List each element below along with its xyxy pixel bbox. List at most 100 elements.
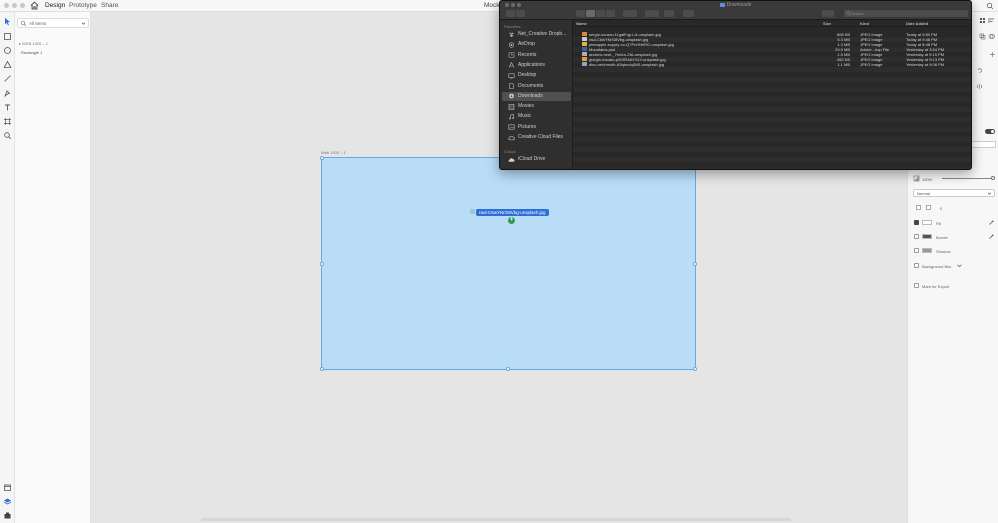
plus-icon[interactable] bbox=[989, 51, 996, 58]
home-icon[interactable] bbox=[30, 1, 39, 10]
airdrop-icon bbox=[508, 42, 515, 48]
layers-filter-dropdown[interactable]: All Items bbox=[17, 18, 89, 28]
opacity-value[interactable]: 100% bbox=[922, 177, 932, 182]
share-button[interactable] bbox=[664, 10, 674, 17]
opacity-slider-knob[interactable] bbox=[991, 176, 995, 180]
corner-radius-all-button[interactable] bbox=[916, 205, 921, 210]
shadow-checkbox[interactable] bbox=[914, 248, 919, 253]
fill-color-swatch[interactable] bbox=[922, 220, 932, 225]
ellipse-tool-icon[interactable] bbox=[3, 46, 12, 55]
align-icon[interactable] bbox=[988, 17, 995, 24]
plugins-icon[interactable] bbox=[3, 511, 12, 520]
sidebar-item-applications[interactable]: Applications bbox=[502, 61, 571, 70]
sidebar-item-documents[interactable]: Documents bbox=[502, 82, 571, 91]
view-icons-button[interactable] bbox=[576, 10, 585, 17]
background-blur-checkbox[interactable] bbox=[914, 263, 919, 268]
desktop-icon bbox=[508, 73, 515, 79]
responsive-resize-toggle[interactable] bbox=[985, 129, 995, 134]
resize-handle-b[interactable] bbox=[506, 367, 510, 371]
horizontal-scrollbar[interactable] bbox=[201, 518, 791, 521]
artboard-tool-icon[interactable] bbox=[3, 117, 12, 126]
corner-radius-each-button[interactable] bbox=[926, 205, 931, 210]
corner-radius-value[interactable]: 0 bbox=[940, 206, 942, 211]
column-size-header[interactable]: Size bbox=[823, 21, 831, 26]
empty-row bbox=[573, 107, 971, 112]
blend-mode-select[interactable]: Normal bbox=[913, 189, 995, 197]
finder-search-placeholder: Search bbox=[851, 11, 864, 16]
view-list-button[interactable] bbox=[586, 10, 595, 17]
tab-share[interactable]: Share bbox=[101, 2, 118, 9]
eyedropper-icon[interactable] bbox=[988, 219, 995, 226]
finder-title-text: Downloads bbox=[726, 2, 752, 8]
file-list-header: Name Size Kind Date Added bbox=[573, 20, 971, 27]
forward-button[interactable] bbox=[516, 10, 525, 17]
zoom-icon[interactable] bbox=[986, 2, 994, 10]
fill-checkbox[interactable] bbox=[914, 220, 919, 225]
text-tool-icon[interactable] bbox=[3, 103, 12, 112]
artboard-label[interactable]: Web 1920 – 1 bbox=[321, 150, 346, 155]
resize-handle-tl[interactable] bbox=[320, 156, 324, 160]
tags-button[interactable] bbox=[683, 10, 694, 17]
tab-design[interactable]: Design bbox=[45, 2, 65, 9]
sidebar-item-desktop[interactable]: Desktop bbox=[502, 71, 571, 80]
resize-handle-bl[interactable] bbox=[320, 367, 324, 371]
group-icon[interactable] bbox=[979, 33, 986, 40]
empty-row bbox=[573, 117, 971, 122]
flip-icon[interactable] bbox=[976, 83, 983, 90]
finder-search-field[interactable]: Search bbox=[844, 10, 968, 17]
border-checkbox[interactable] bbox=[914, 234, 919, 239]
polygon-tool-icon[interactable] bbox=[3, 60, 12, 69]
column-date-header[interactable]: Date Added bbox=[906, 21, 928, 26]
sidebar-item-movies[interactable]: Movies bbox=[502, 102, 571, 111]
add-copy-badge: + bbox=[508, 217, 515, 224]
sidebar-item-icloud[interactable]: iCloud Drive bbox=[502, 155, 571, 164]
rotate-icon[interactable] bbox=[976, 67, 983, 74]
sidebar-item-music[interactable]: Music bbox=[502, 112, 571, 121]
border-color-swatch[interactable] bbox=[922, 234, 932, 239]
mark-for-export-checkbox[interactable] bbox=[914, 283, 919, 288]
finder-titlebar[interactable]: Downloads Search bbox=[500, 1, 971, 20]
empty-row bbox=[573, 87, 971, 92]
window-minimize-button[interactable] bbox=[12, 3, 17, 8]
resize-handle-r[interactable] bbox=[693, 262, 697, 266]
layers-icon[interactable] bbox=[3, 497, 12, 506]
line-tool-icon[interactable] bbox=[3, 74, 12, 83]
window-zoom-button[interactable] bbox=[20, 3, 25, 8]
column-name-header[interactable]: Name bbox=[576, 21, 587, 26]
eyedropper-icon[interactable] bbox=[988, 233, 995, 240]
rectangle-tool-icon[interactable] bbox=[3, 32, 12, 41]
tab-prototype[interactable]: Prototype bbox=[69, 2, 97, 9]
opacity-slider[interactable] bbox=[942, 178, 994, 179]
view-gallery-button[interactable] bbox=[606, 10, 615, 17]
group-by-button[interactable] bbox=[623, 10, 637, 17]
sidebar-item-downloads[interactable]: Downloads bbox=[502, 91, 571, 101]
resize-handle-br[interactable] bbox=[693, 367, 697, 371]
sidebar-item-dropbox[interactable]: Net_Creative Dropb... bbox=[502, 30, 571, 39]
dropbox-button[interactable] bbox=[822, 10, 834, 17]
fill-label: Fill bbox=[936, 221, 942, 226]
boolean-icon[interactable] bbox=[988, 33, 995, 40]
assets-icon[interactable] bbox=[3, 483, 12, 492]
view-columns-button[interactable] bbox=[596, 10, 605, 17]
resize-handle-l[interactable] bbox=[320, 262, 324, 266]
pen-tool-icon[interactable] bbox=[3, 89, 12, 98]
background-blur-label[interactable]: Background Blur bbox=[922, 264, 952, 269]
layer-rectangle[interactable]: Rectangle 1 bbox=[21, 50, 42, 55]
repeat-grid-icon[interactable] bbox=[979, 17, 986, 24]
sidebar-item-pictures[interactable]: Pictures bbox=[502, 123, 571, 132]
chevron-down-icon[interactable] bbox=[956, 262, 963, 269]
file-thumbnail-icon bbox=[582, 62, 587, 66]
window-close-button[interactable] bbox=[4, 3, 9, 8]
zoom-tool-icon[interactable] bbox=[3, 131, 12, 140]
rectangle-1[interactable]: raul-C6wYNrG8Vbg-unsplash.jpg + bbox=[320, 156, 697, 371]
layer-artboard[interactable]: ▸ WEB 1920 – 1 bbox=[19, 41, 48, 46]
back-button[interactable] bbox=[506, 10, 515, 17]
sidebar-item-recents[interactable]: Recents bbox=[502, 51, 571, 60]
select-tool-icon[interactable] bbox=[3, 17, 12, 26]
sidebar-item-airdrop[interactable]: AirDrop bbox=[502, 40, 571, 49]
sidebar-item-label: Net_Creative Dropb... bbox=[518, 31, 567, 37]
shadow-color-swatch[interactable] bbox=[922, 248, 932, 253]
action-button[interactable] bbox=[645, 10, 659, 17]
column-kind-header[interactable]: Kind bbox=[860, 21, 869, 26]
sidebar-item-creative-cloud[interactable]: Creative Cloud Files bbox=[502, 133, 571, 142]
